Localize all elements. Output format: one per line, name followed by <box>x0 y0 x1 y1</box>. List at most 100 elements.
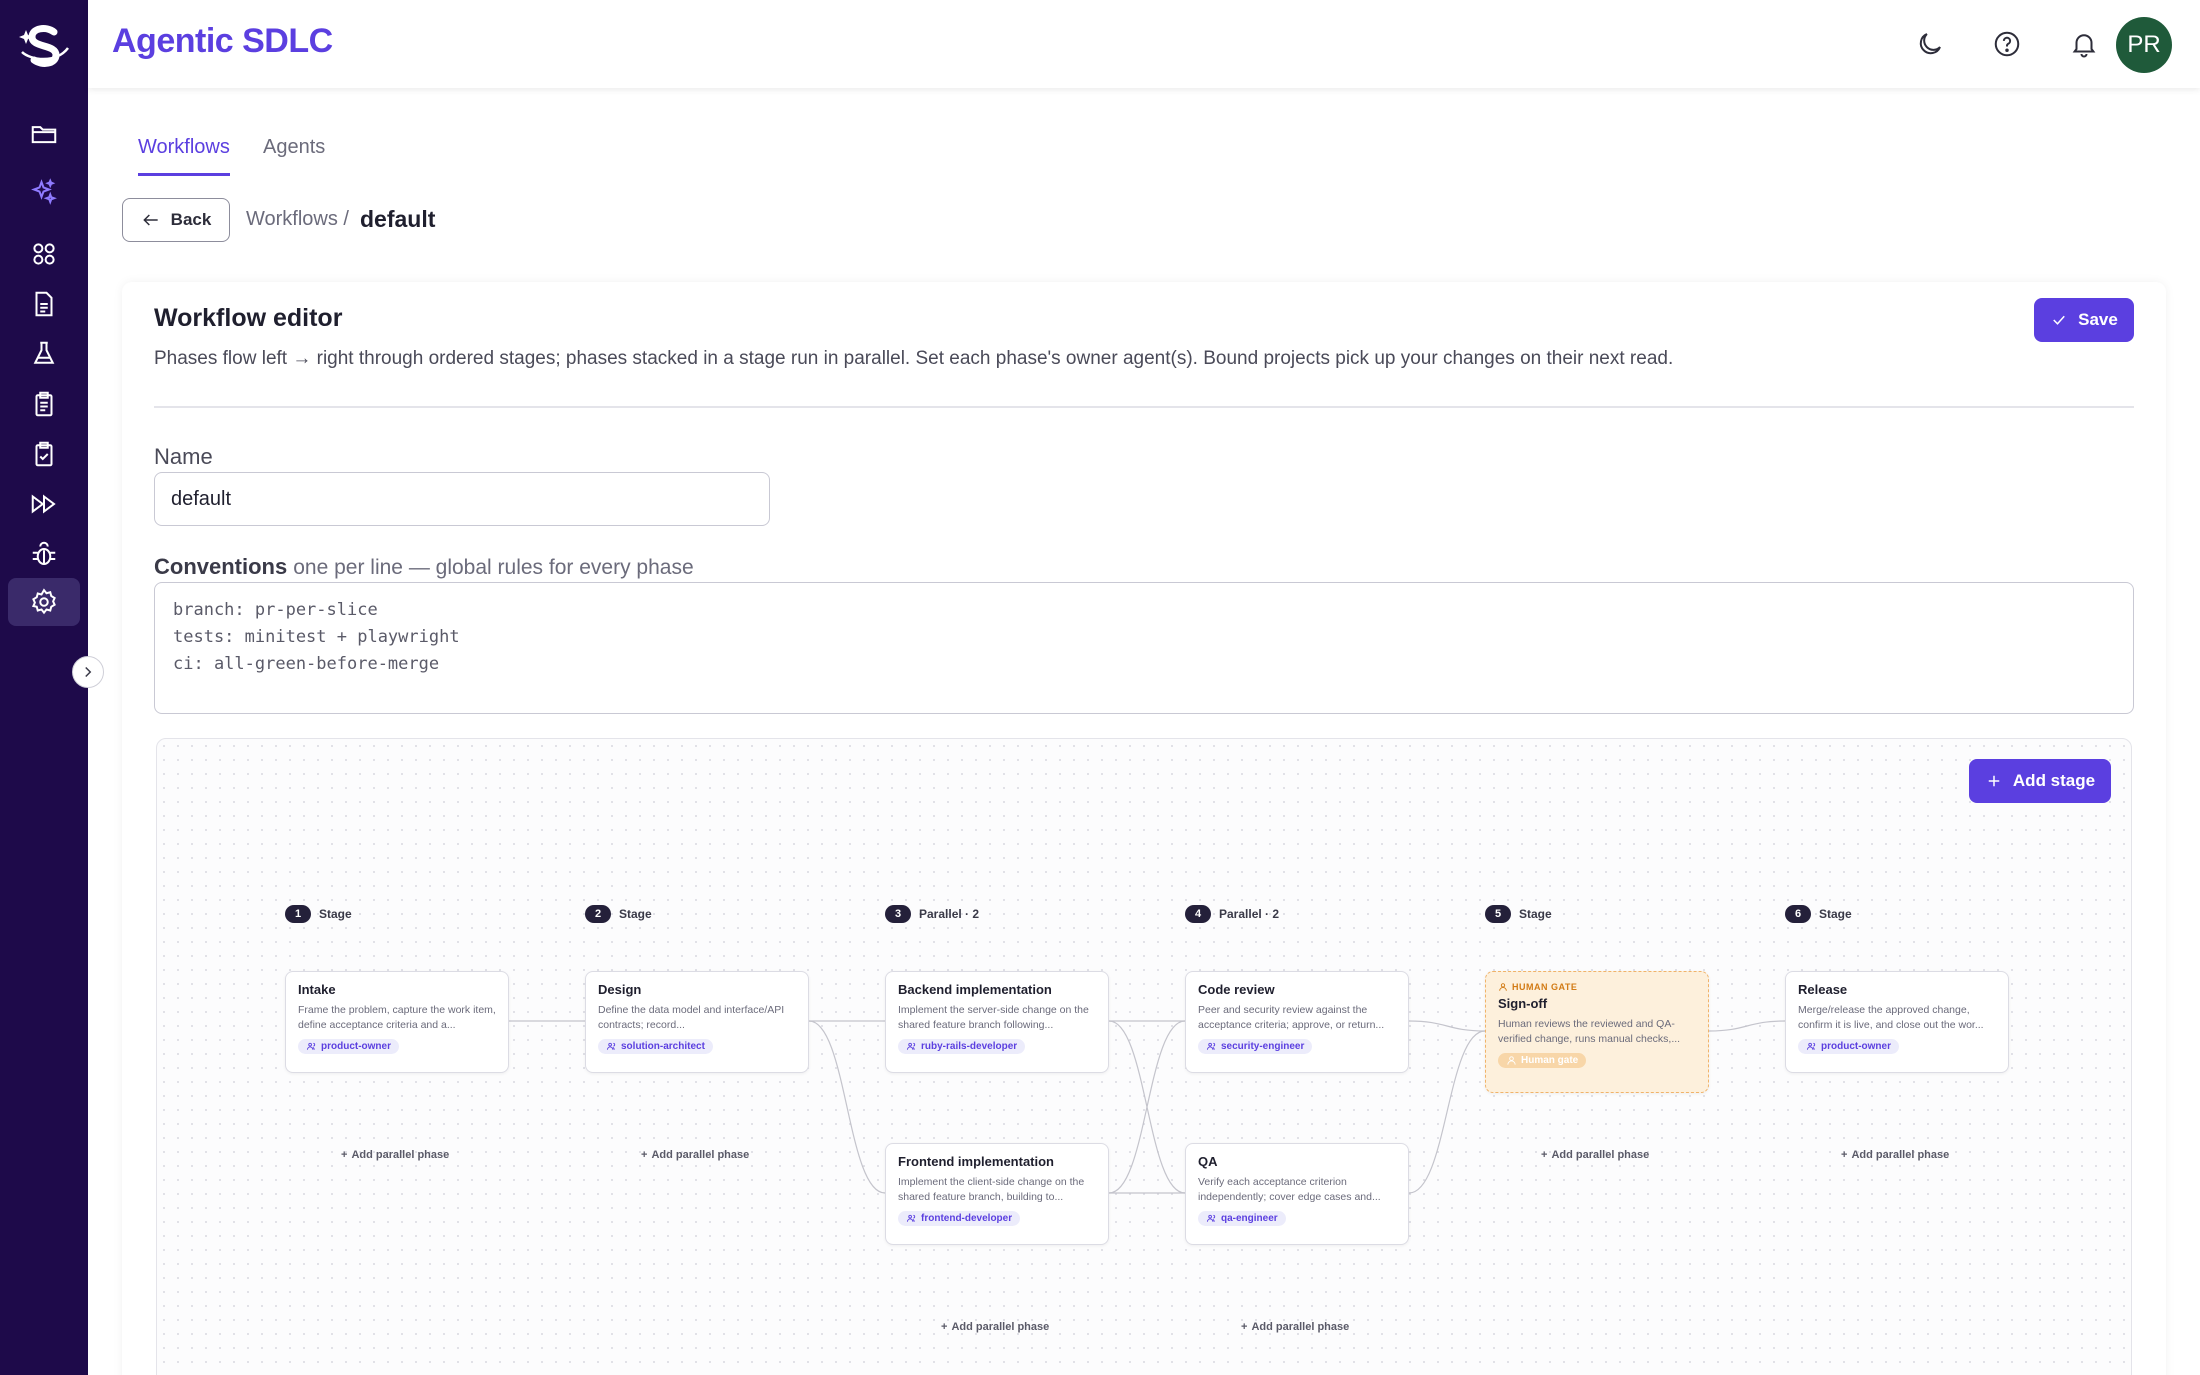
document-icon <box>35 291 53 317</box>
tab-agents[interactable]: Agents <box>263 136 325 173</box>
add-parallel-phase-button[interactable]: + Add parallel phase <box>341 1149 449 1161</box>
clipboard-check-icon <box>35 441 53 467</box>
tab-workflows[interactable]: Workflows <box>138 136 230 176</box>
name-input[interactable]: default <box>154 472 770 526</box>
theme-toggle-button[interactable] <box>1910 24 1950 64</box>
fast-forward-icon <box>31 494 56 514</box>
add-parallel-phase-button[interactable]: + Add parallel phase <box>941 1321 1049 1333</box>
phase-description: Frame the problem, capture the work item… <box>298 1004 496 1031</box>
add-stage-label: Add stage <box>2012 771 2096 790</box>
sidebar-item-experiments[interactable] <box>8 330 80 378</box>
phase-card-intake[interactable]: Intake Frame the problem, capture the wo… <box>285 971 509 1073</box>
workflow-canvas[interactable]: Add stage 1 Stage Intake Frame the probl… <box>156 738 2132 1375</box>
app-title: Agentic SDLC <box>112 22 333 60</box>
plus-icon: + <box>1541 1149 1548 1161</box>
stage-header: 6 Stage <box>1785 905 1852 923</box>
users-icon <box>306 1042 316 1050</box>
stage-label: Stage <box>319 907 352 921</box>
owner-name: frontend-developer <box>921 1213 1013 1224</box>
phase-card-design[interactable]: Design Define the data model and interfa… <box>585 971 809 1073</box>
convention-line: tests: minitest + playwright <box>173 627 460 647</box>
sidebar-item-bugs[interactable] <box>8 530 80 578</box>
app-logo[interactable] <box>16 18 72 74</box>
add-parallel-label: Add parallel phase <box>351 1149 450 1161</box>
add-parallel-phase-button[interactable]: + Add parallel phase <box>641 1149 749 1161</box>
help-button[interactable] <box>1987 24 2027 64</box>
phase-title: Intake <box>298 982 336 997</box>
phase-card-release[interactable]: Release Merge/release the approved chang… <box>1785 971 2009 1073</box>
connector <box>808 1020 886 1194</box>
owner-chip[interactable]: solution-architect <box>598 1039 713 1054</box>
stage-number: 6 <box>1785 905 1811 923</box>
owner-chip[interactable]: product-owner <box>1798 1039 1899 1054</box>
sidebar-item-reviews[interactable] <box>8 430 80 478</box>
stage-number: 4 <box>1185 905 1211 923</box>
stage-header: 2 Stage <box>585 905 652 923</box>
phase-description: Verify each acceptance criterion indepen… <box>1198 1176 1381 1203</box>
phase-card-frontend[interactable]: Frontend implementation Implement the cl… <box>885 1143 1109 1245</box>
add-parallel-phase-button[interactable]: + Add parallel phase <box>1841 1149 1949 1161</box>
conventions-title: Conventions <box>154 554 288 579</box>
conventions-textarea[interactable]: branch: pr-per-slice tests: minitest + p… <box>154 582 2134 714</box>
check-icon <box>2053 315 2065 325</box>
save-button[interactable]: Save <box>2034 298 2134 342</box>
owner-name: Human gate <box>1521 1055 1579 1066</box>
owner-chip[interactable]: security-engineer <box>1198 1039 1313 1054</box>
sidebar-expand-button[interactable] <box>72 656 104 688</box>
editor-title: Workflow editor <box>154 304 343 332</box>
add-parallel-phase-button[interactable]: + Add parallel phase <box>1241 1321 1349 1333</box>
phase-card-qa[interactable]: QA Verify each acceptance criterion inde… <box>1185 1143 1409 1245</box>
owner-chip[interactable]: frontend-developer <box>898 1211 1021 1226</box>
stage-header: 5 Stage <box>1485 905 1552 923</box>
breadcrumb-parent[interactable]: Workflows / <box>246 208 349 231</box>
phase-description: Define the data model and interface/API … <box>598 1004 785 1031</box>
phase-card-backend[interactable]: Backend implementation Implement the ser… <box>885 971 1109 1073</box>
sidebar-item-projects[interactable] <box>8 110 80 158</box>
add-parallel-phase-button[interactable]: + Add parallel phase <box>1541 1149 1649 1161</box>
owner-name: security-engineer <box>1221 1041 1305 1052</box>
owner-chip[interactable]: qa-engineer <box>1198 1211 1286 1226</box>
back-button[interactable]: Back <box>122 198 230 242</box>
users-icon <box>906 1042 916 1050</box>
editor-description: Phases flow left → right through ordered… <box>154 348 1674 369</box>
add-parallel-label: Add parallel phase <box>1851 1149 1950 1161</box>
users-icon <box>1206 1214 1216 1222</box>
notifications-button[interactable] <box>2064 24 2104 64</box>
user-avatar[interactable]: PR <box>2116 17 2172 73</box>
sidebar-item-settings[interactable] <box>8 578 80 626</box>
add-parallel-label: Add parallel phase <box>1551 1149 1650 1161</box>
help-icon <box>1994 31 2020 57</box>
connector <box>1708 1020 1786 1032</box>
phase-description: Implement the client-side change on the … <box>898 1176 1085 1203</box>
sidebar-item-apps[interactable] <box>8 230 80 278</box>
add-parallel-label: Add parallel phase <box>951 1321 1050 1333</box>
apps-grid-icon <box>33 243 55 265</box>
folder-icon <box>31 126 57 144</box>
user-icon <box>1499 983 1507 991</box>
phase-card-code-review[interactable]: Code review Peer and security review aga… <box>1185 971 1409 1073</box>
add-stage-button[interactable]: Add stage <box>1969 759 2111 803</box>
flask-icon <box>33 341 55 364</box>
owner-chip[interactable]: Human gate <box>1498 1053 1587 1068</box>
owner-chip[interactable]: ruby-rails-developer <box>898 1039 1026 1054</box>
phase-title: Frontend implementation <box>898 1154 1054 1169</box>
stage-label: Stage <box>619 907 652 921</box>
owner-chip[interactable]: product-owner <box>298 1039 399 1054</box>
connector <box>1408 1030 1486 1194</box>
sidebar-item-tasks[interactable] <box>8 380 80 428</box>
add-parallel-label: Add parallel phase <box>651 1149 750 1161</box>
sidebar-item-documents[interactable] <box>8 280 80 328</box>
stage-label: Stage <box>1519 907 1552 921</box>
phase-card-sign-off[interactable]: HUMAN GATE Sign-off Human reviews the re… <box>1485 971 1709 1093</box>
moon-icon <box>1919 33 1941 55</box>
phase-title: Release <box>1798 982 1848 997</box>
sidebar-item-runs[interactable] <box>8 480 80 528</box>
human-gate-tag: HUMAN GATE <box>1498 982 1696 992</box>
phase-title: Design <box>598 982 642 997</box>
stage-label: Parallel · 2 <box>1219 907 1280 921</box>
stage-number: 5 <box>1485 905 1511 923</box>
sidebar-item-ai[interactable] <box>8 168 80 216</box>
back-label: Back <box>170 210 212 229</box>
phase-title: QA <box>1198 1154 1218 1169</box>
owner-name: qa-engineer <box>1221 1213 1278 1224</box>
